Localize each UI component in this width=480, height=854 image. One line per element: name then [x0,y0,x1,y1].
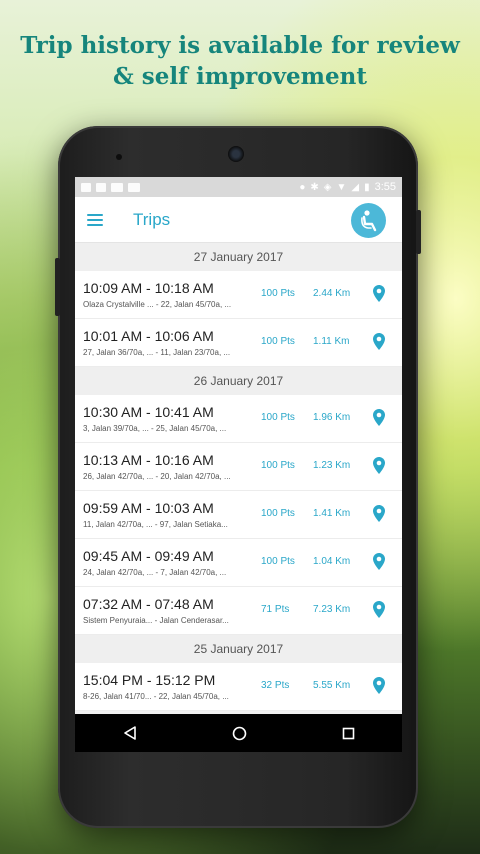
trip-points: 100 Pts [261,556,295,567]
phone-sensor [116,154,122,160]
trip-points: 100 Pts [261,336,295,347]
map-pin-icon[interactable] [373,409,385,426]
trip-distance: 1.04 Km [313,556,351,567]
mail-icon [128,182,140,192]
trip-row[interactable]: 10:30 AM - 10:41 AM 3, Jalan 39/70a, ...… [75,395,402,443]
trip-time-range: 10:09 AM - 10:18 AM [83,280,214,296]
location-status-icon: ● [299,181,306,193]
trip-distance: 5.55 Km [313,680,351,691]
trip-distance: 2.44 Km [313,288,351,299]
trip-addresses: 26, Jalan 42/70a, ... - 20, Jalan 42/70a… [83,472,231,481]
trip-row[interactable]: 07:32 AM - 07:48 AM Sistem Penyuraia... … [75,587,402,635]
trip-addresses: Sistem Penyuraia... - Jalan Cenderasar..… [83,616,229,625]
phone-side-button [416,210,421,254]
trip-row[interactable]: 15:04 PM - 15:12 PM 8-26, Jalan 41/70...… [75,663,402,711]
trip-points: 71 Pts [261,604,290,615]
trip-row[interactable]: 10:13 AM - 10:16 AM 26, Jalan 42/70a, ..… [75,443,402,491]
trip-addresses: 27, Jalan 36/70a, ... - 11, Jalan 23/70a… [83,348,231,357]
battery-icon: ▮ [364,181,370,193]
phone-screen: ● ✱ ◈ ▼ ◢ ▮ 3:55 Trips 27 January 2017 1… [75,177,402,752]
seated-person-icon[interactable] [351,203,386,238]
trip-row[interactable]: 09:45 AM - 09:49 AM 24, Jalan 42/70a, ..… [75,539,402,587]
map-pin-icon[interactable] [373,333,385,350]
map-pin-icon[interactable] [373,677,385,694]
headline-line-2: & self improvement [113,63,367,90]
promo-headline: Trip history is available for review & s… [0,30,480,92]
trip-addresses: 11, Jalan 42/70a, ... - 97, Jalan Setiak… [83,520,228,529]
status-bar: ● ✱ ◈ ▼ ◢ ▮ 3:55 [75,177,402,197]
trip-time-range: 09:45 AM - 09:49 AM [83,548,214,564]
map-pin-icon[interactable] [373,553,385,570]
trip-list[interactable]: 27 January 2017 10:09 AM - 10:18 AM Olaz… [75,243,402,711]
trip-points: 100 Pts [261,412,295,423]
trip-time-range: 10:01 AM - 10:06 AM [83,328,214,344]
home-circle-icon[interactable] [232,726,247,741]
wifi-icon: ▼ [336,181,347,193]
phone-side-button [55,258,60,316]
trip-row[interactable]: 09:59 AM - 10:03 AM 11, Jalan 42/70a, ..… [75,491,402,539]
trip-distance: 7.23 Km [313,604,351,615]
trip-distance: 1.11 Km [313,336,350,347]
trip-row[interactable]: 10:01 AM - 10:06 AM 27, Jalan 36/70a, ..… [75,319,402,367]
notification-icon [81,182,91,192]
map-pin-icon[interactable] [373,601,385,618]
trip-row[interactable]: 10:09 AM - 10:18 AM Olaza Crystalville .… [75,271,402,319]
page-title: Trips [133,209,171,229]
trip-points: 100 Pts [261,288,295,299]
linkedin-icon [111,182,123,192]
signal-icon: ◢ [351,181,360,193]
trip-points: 100 Pts [261,460,295,471]
recents-square-icon[interactable] [342,727,355,740]
hamburger-menu-icon[interactable] [87,213,103,226]
date-header: 27 January 2017 [75,243,402,271]
vibrate-icon: ◈ [323,181,332,193]
trip-addresses: 8-26, Jalan 41/70... - 22, Jalan 45/70a,… [83,692,229,701]
map-pin-icon[interactable] [373,285,385,302]
trip-addresses: 3, Jalan 39/70a, ... - 25, Jalan 45/70a,… [83,424,227,433]
trip-time-range: 10:30 AM - 10:41 AM [83,404,214,420]
trip-distance: 1.96 Km [313,412,351,423]
trip-time-range: 10:13 AM - 10:16 AM [83,452,214,468]
trip-distance: 1.41 Km [313,508,351,519]
app-bar: Trips [75,197,402,243]
back-triangle-icon[interactable] [123,726,137,740]
trip-points: 32 Pts [261,680,290,691]
trip-points: 100 Pts [261,508,295,519]
trip-time-range: 09:59 AM - 10:03 AM [83,500,214,516]
android-nav-bar [75,714,402,752]
notification-icon [96,182,106,192]
date-header: 25 January 2017 [75,635,402,663]
trip-time-range: 15:04 PM - 15:12 PM [83,672,216,688]
status-time: 3:55 [374,181,396,193]
headline-line-1: Trip history is available for review [20,32,460,59]
map-pin-icon[interactable] [373,505,385,522]
trip-time-range: 07:32 AM - 07:48 AM [83,596,214,612]
map-pin-icon[interactable] [373,457,385,474]
date-header: 26 January 2017 [75,367,402,395]
phone-camera [228,146,244,162]
trip-addresses: 24, Jalan 42/70a, ... - 7, Jalan 42/70a,… [83,568,227,577]
trip-distance: 1.23 Km [313,460,351,471]
bluetooth-icon: ✱ [310,181,319,193]
trip-addresses: Olaza Crystalville ... - 22, Jalan 45/70… [83,300,232,309]
